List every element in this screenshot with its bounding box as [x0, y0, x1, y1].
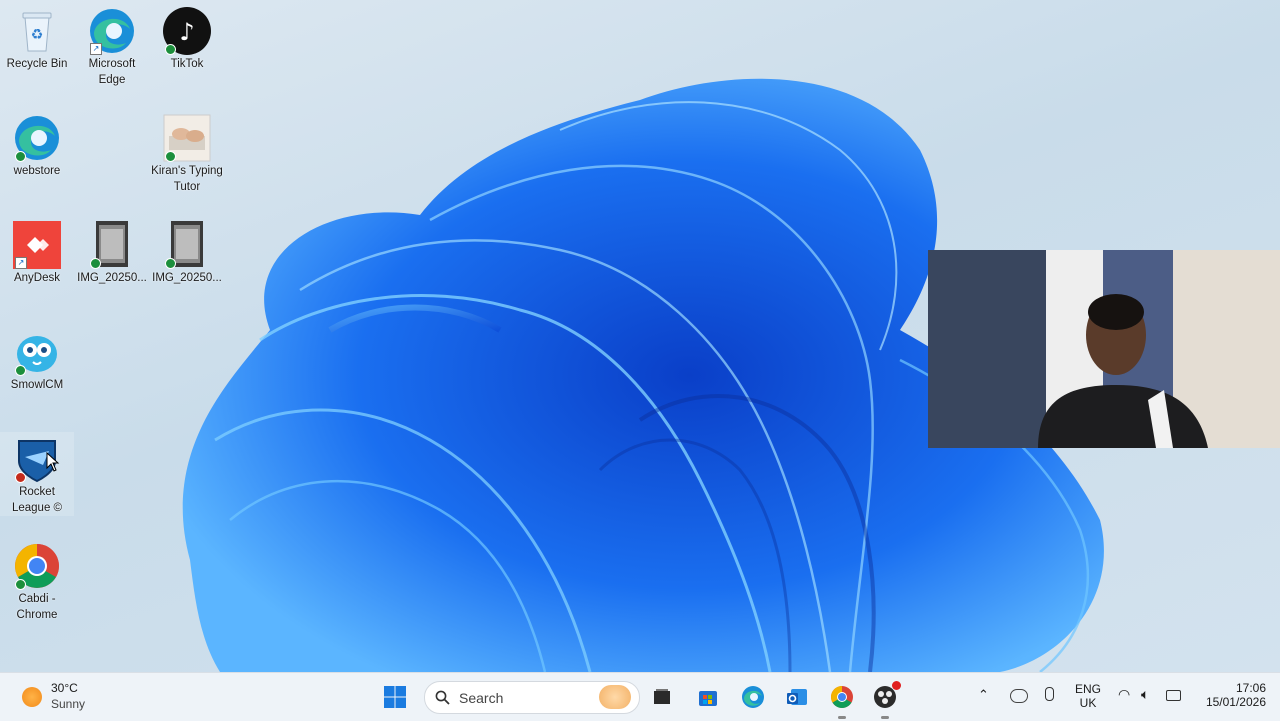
edge-icon [13, 114, 61, 162]
desktop-icon-chrome[interactable]: Cabdi - Chrome [0, 539, 74, 623]
weather-temperature: 30°C [51, 681, 78, 695]
desktop: ♻ Recycle Bin ↗ Microsoft Edge ♪ TikTok … [0, 0, 1280, 672]
image-file-icon [88, 221, 136, 269]
start-button[interactable] [379, 681, 411, 713]
desktop-icon-label: webstore [13, 165, 61, 177]
microsoft-store-button[interactable] [692, 681, 724, 713]
wifi-icon[interactable]: ◠ [1118, 686, 1130, 703]
desktop-icon-label: IMG_20250... [77, 272, 147, 284]
shortcut-arrow-icon: ↗ [15, 257, 27, 269]
task-view-icon [654, 689, 670, 704]
obs-button[interactable] [869, 681, 901, 719]
shortcut-arrow-icon: ↗ [90, 43, 102, 55]
desktop-icon-anydesk[interactable]: ↗ AnyDesk [0, 218, 74, 286]
desktop-icon-label: Rocket League © [11, 486, 63, 514]
desktop-icon-label: Kiran's Typing Tutor [151, 165, 223, 193]
volume-icon[interactable]: 🔈︎ [1141, 686, 1149, 703]
search-box[interactable]: Search [424, 681, 640, 714]
desktop-icon-label: Recycle Bin [6, 58, 68, 70]
desktop-icon-webstore[interactable]: webstore [0, 111, 74, 179]
svg-text:♪: ♪ [179, 18, 194, 46]
language-code: ENG [1074, 682, 1101, 696]
recycle-bin-icon: ♻ [13, 7, 61, 55]
language-indicator[interactable]: ENG UK [1068, 682, 1108, 710]
clock[interactable]: 17:06 15/01/2026 [1196, 681, 1266, 709]
desktop-icon-typing-tutor[interactable]: Kiran's Typing Tutor [150, 111, 224, 195]
desktop-icon-tiktok[interactable]: ♪ TikTok [150, 4, 224, 72]
taskbar: 30°C Sunny Search ⌃ ENG UK ◠ 🔈︎ 17:06 15… [0, 672, 1280, 721]
search-highlight-icon [599, 685, 631, 709]
microphone-icon[interactable] [1045, 687, 1054, 701]
desktop-icon-smowlcm[interactable]: SmowlCM [0, 325, 74, 393]
onedrive-error-icon[interactable] [1010, 689, 1028, 703]
region-code: UK [1079, 696, 1097, 710]
desktop-icon-label: Cabdi - Chrome [16, 593, 58, 621]
weather-widget[interactable]: 30°C Sunny [18, 681, 118, 713]
anydesk-icon: ↗ [13, 221, 61, 269]
tiktok-icon: ♪ [163, 7, 211, 55]
smowl-icon [13, 328, 61, 376]
battery-icon[interactable] [1166, 690, 1181, 701]
desktop-icon-rocket-league[interactable]: Rocket League © [0, 432, 74, 516]
chrome-icon [831, 686, 853, 708]
windows-logo-icon [384, 686, 406, 708]
typing-tutor-icon [163, 114, 211, 162]
running-indicator [881, 716, 889, 719]
desktop-icon-label: AnyDesk [13, 272, 61, 284]
sync-ok-badge-icon [15, 579, 26, 590]
chrome-icon [13, 542, 61, 590]
show-hidden-icons-button[interactable]: ⌃ [978, 687, 989, 703]
search-placeholder: Search [459, 690, 504, 706]
outlook-icon [787, 689, 807, 705]
desktop-icon-label: IMG_20250... [152, 272, 222, 284]
chrome-taskbar-button[interactable] [826, 681, 858, 719]
sync-error-badge-icon [15, 472, 26, 483]
sync-ok-badge-icon [15, 151, 26, 162]
image-file-icon [163, 221, 211, 269]
desktop-icon-label: TikTok [170, 58, 204, 70]
webcam-overlay [928, 250, 1280, 448]
edge-icon [742, 686, 764, 708]
desktop-icon-label: SmowlCM [10, 379, 64, 391]
sync-ok-badge-icon [90, 258, 101, 269]
weather-condition: Sunny [51, 697, 86, 711]
desktop-icon-recycle-bin[interactable]: ♻ Recycle Bin [0, 4, 74, 72]
running-indicator [838, 716, 846, 719]
sync-ok-badge-icon [165, 258, 176, 269]
desktop-icon-microsoft-edge[interactable]: ↗ Microsoft Edge [75, 4, 149, 88]
sync-ok-badge-icon [165, 44, 176, 55]
edge-taskbar-button[interactable] [737, 681, 769, 713]
sync-ok-badge-icon [165, 151, 176, 162]
outlook-button[interactable] [781, 681, 813, 713]
search-icon [435, 690, 450, 705]
desktop-icon-image-file[interactable]: IMG_20250... [150, 218, 224, 286]
task-view-button[interactable] [646, 681, 678, 713]
edge-icon: ↗ [88, 7, 136, 55]
desktop-icon-image-file[interactable]: IMG_20250... [75, 218, 149, 286]
recording-dot-icon [892, 681, 901, 690]
sync-ok-badge-icon [15, 365, 26, 376]
clock-date: 15/01/2026 [1205, 695, 1266, 709]
sun-icon [22, 687, 42, 707]
mouse-cursor-icon [46, 452, 60, 472]
store-icon [699, 691, 717, 706]
svg-text:♻: ♻ [31, 27, 44, 43]
desktop-icon-label: Microsoft Edge [88, 58, 136, 86]
clock-time: 17:06 [1235, 681, 1266, 695]
